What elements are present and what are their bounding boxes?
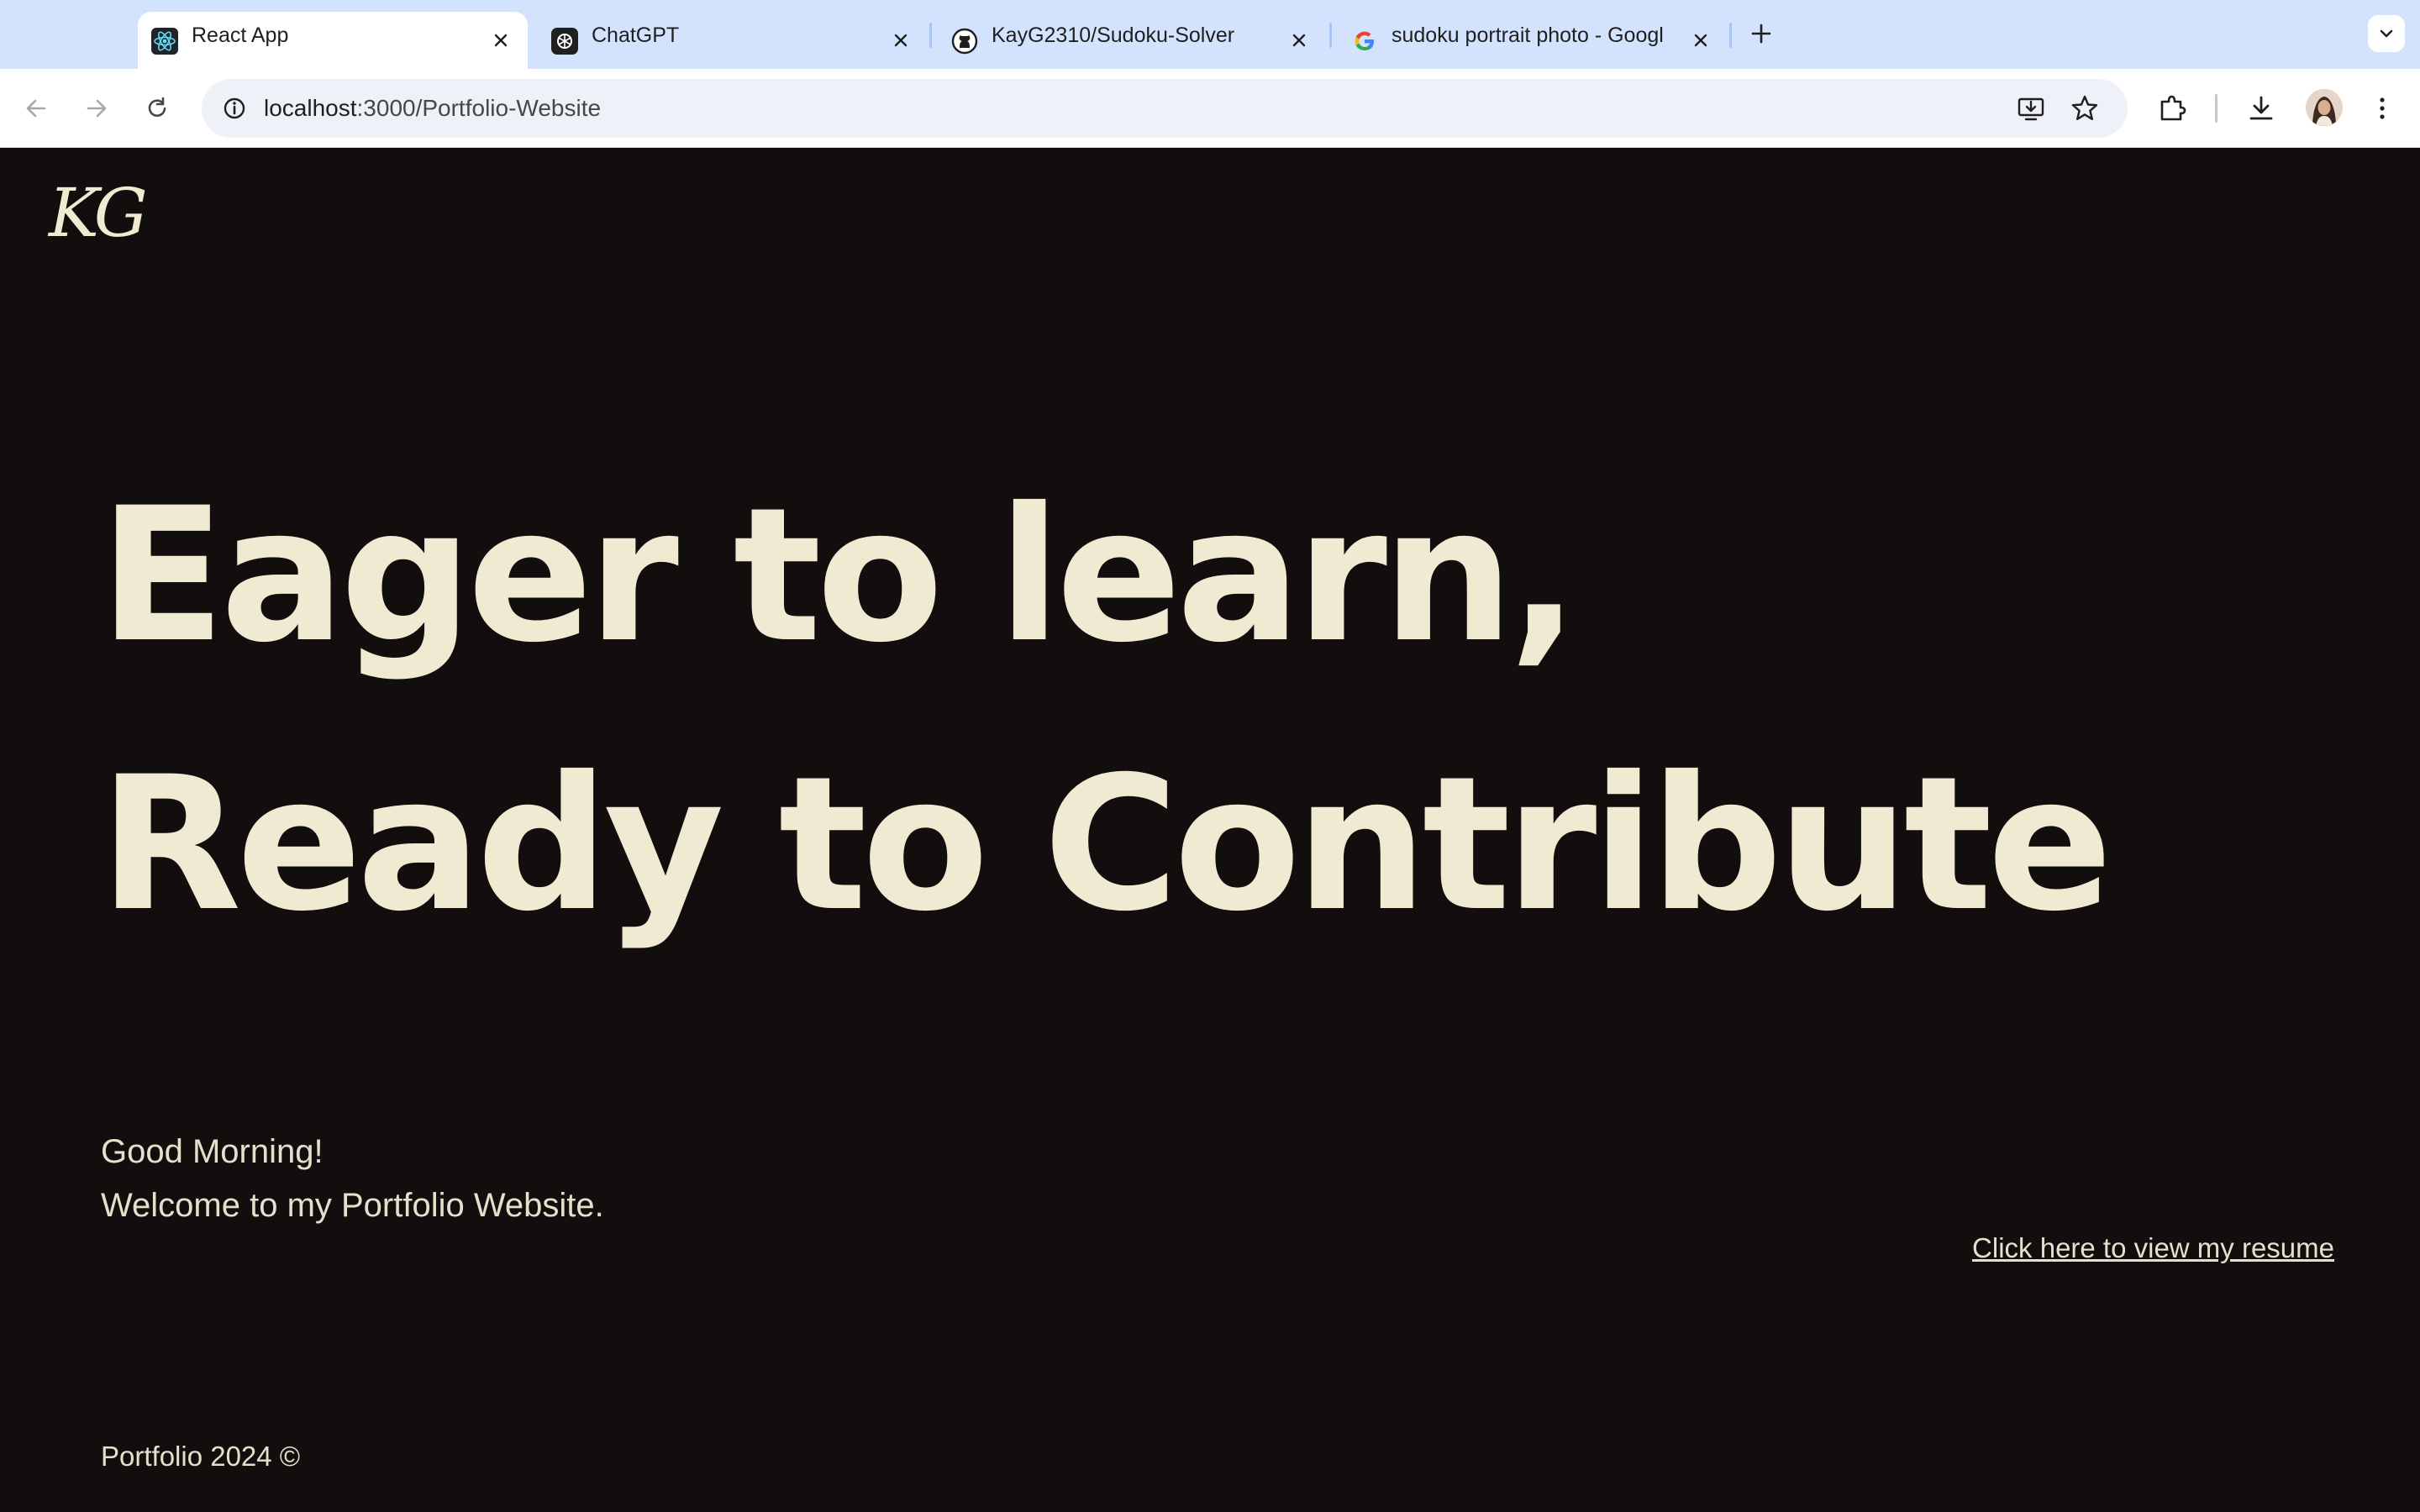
url-text[interactable]: localhost:3000/Portfolio-Website (264, 79, 601, 138)
tab-chatgpt[interactable]: ChatGPT (538, 12, 921, 69)
tab-separator (929, 23, 932, 48)
address-bar[interactable]: localhost:3000/Portfolio-Website (202, 79, 2128, 138)
tab-title: sudoku portrait photo - Googl (1392, 24, 1664, 47)
install-app-icon[interactable] (2010, 87, 2052, 129)
close-tab-icon[interactable] (1284, 25, 1314, 55)
google-icon (1351, 28, 1378, 55)
bookmark-star-icon[interactable] (2064, 87, 2106, 129)
browser-toolbar: localhost:3000/Portfolio-Website (0, 69, 2420, 148)
site-info-icon[interactable] (213, 87, 255, 129)
forward-arrow-icon[interactable] (76, 87, 118, 129)
browser-tab-strip: React App ChatGPT KayG2310/Sudoku-Solver… (0, 0, 2420, 69)
close-tab-icon[interactable] (886, 25, 916, 55)
tab-react-app[interactable]: React App (138, 12, 528, 69)
github-icon (951, 28, 978, 55)
chevron-down-icon[interactable] (2368, 15, 2405, 52)
greeting-block: Good Morning! Welcome to my Portfolio We… (101, 1125, 604, 1232)
extensions-icon[interactable] (2151, 87, 2193, 129)
welcome-text: Welcome to my Portfolio Website. (101, 1187, 604, 1224)
toolbar-divider (2215, 94, 2217, 123)
profile-avatar[interactable] (2306, 89, 2343, 126)
back-arrow-icon[interactable] (15, 87, 57, 129)
chatgpt-icon (551, 28, 578, 55)
download-icon[interactable] (2240, 87, 2282, 129)
tab-google-search[interactable]: sudoku portrait photo - Googl (1338, 12, 1721, 69)
close-tab-icon[interactable] (1686, 25, 1716, 55)
react-icon (151, 28, 178, 55)
greeting-text: Good Morning! (101, 1133, 324, 1170)
url-path: :3000/Portfolio-Website (356, 95, 602, 121)
more-menu-icon[interactable] (2361, 87, 2403, 129)
page-footer: Portfolio 2024 © (101, 1441, 301, 1472)
tab-title: ChatGPT (592, 24, 680, 47)
plus-icon[interactable] (1744, 17, 1778, 50)
close-tab-icon[interactable] (486, 25, 516, 55)
site-logo[interactable]: KG (49, 174, 148, 252)
tab-separator (1729, 23, 1732, 48)
tab-title: React App (192, 24, 289, 47)
tab-separator (1329, 23, 1332, 48)
reload-icon[interactable] (136, 87, 178, 129)
tab-title: KayG2310/Sudoku-Solver (992, 24, 1235, 47)
url-host: localhost (264, 95, 357, 121)
hero-heading-line-1: Eager to learn, (99, 468, 1579, 683)
portfolio-page: KG Eager to learn, Ready to Contribute G… (0, 149, 2420, 1512)
resume-link[interactable]: Click here to view my resume (1972, 1232, 2334, 1264)
tab-github-sudoku-solver[interactable]: KayG2310/Sudoku-Solver (938, 12, 1321, 69)
hero-heading-line-2: Ready to Contribute (99, 737, 2112, 952)
